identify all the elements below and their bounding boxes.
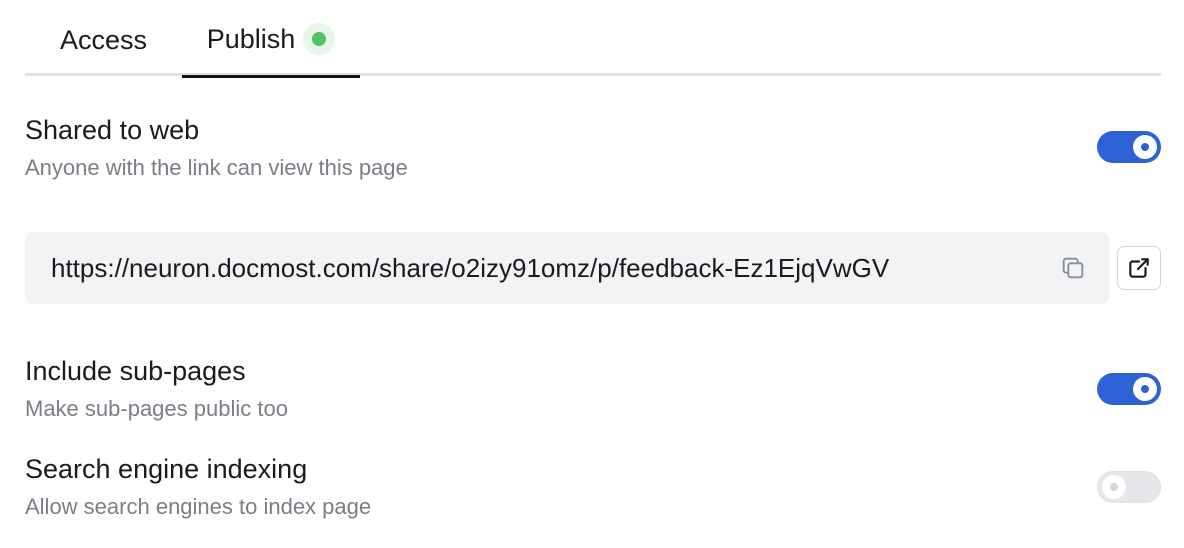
include-sub-pages-title: Include sub-pages bbox=[25, 356, 246, 386]
shared-to-web-toggle[interactable] bbox=[1097, 131, 1161, 163]
open-link-button[interactable] bbox=[1117, 246, 1161, 290]
include-sub-pages-description: Make sub-pages public too bbox=[25, 396, 288, 421]
tab-publish-content: Publish bbox=[207, 23, 336, 55]
toggle-knob-dot bbox=[1110, 483, 1118, 491]
published-status-indicator bbox=[303, 23, 336, 55]
include-sub-pages-toggle[interactable] bbox=[1097, 373, 1161, 405]
tab-access[interactable]: Access bbox=[25, 0, 182, 78]
tabs-bar: Access Publish bbox=[25, 0, 1161, 78]
share-link-url[interactable]: https://neuron.docmost.com/share/o2izy91… bbox=[51, 232, 889, 304]
toggle-knob-dot bbox=[1141, 385, 1149, 393]
search-engine-indexing-title: Search engine indexing bbox=[25, 454, 308, 484]
external-link-icon bbox=[1129, 258, 1149, 278]
status-dot-icon bbox=[312, 32, 327, 46]
toggle-knob-dot bbox=[1141, 143, 1149, 151]
search-engine-indexing-setting: Search engine indexing Allow search engi… bbox=[25, 452, 1161, 524]
shared-to-web-setting: Shared to web Anyone with the link can v… bbox=[25, 112, 1161, 184]
toggle-knob bbox=[1133, 377, 1157, 401]
search-engine-indexing-toggle[interactable] bbox=[1097, 471, 1161, 503]
tab-publish-label: Publish bbox=[206, 23, 296, 54]
search-engine-indexing-description: Allow search engines to index page bbox=[25, 494, 372, 519]
toggle-knob bbox=[1133, 135, 1157, 159]
share-link-field[interactable]: https://neuron.docmost.com/share/o2izy91… bbox=[25, 232, 1109, 304]
include-sub-pages-setting: Include sub-pages Make sub-pages public … bbox=[25, 353, 1161, 425]
tab-access-label: Access bbox=[59, 25, 148, 55]
copy-icon bbox=[1062, 257, 1084, 279]
tab-publish[interactable]: Publish bbox=[182, 0, 360, 78]
copy-link-button[interactable] bbox=[1057, 252, 1089, 284]
shared-to-web-description: Anyone with the link can view this page bbox=[25, 155, 408, 180]
toggle-knob bbox=[1102, 475, 1126, 499]
shared-to-web-title: Shared to web bbox=[25, 115, 200, 145]
